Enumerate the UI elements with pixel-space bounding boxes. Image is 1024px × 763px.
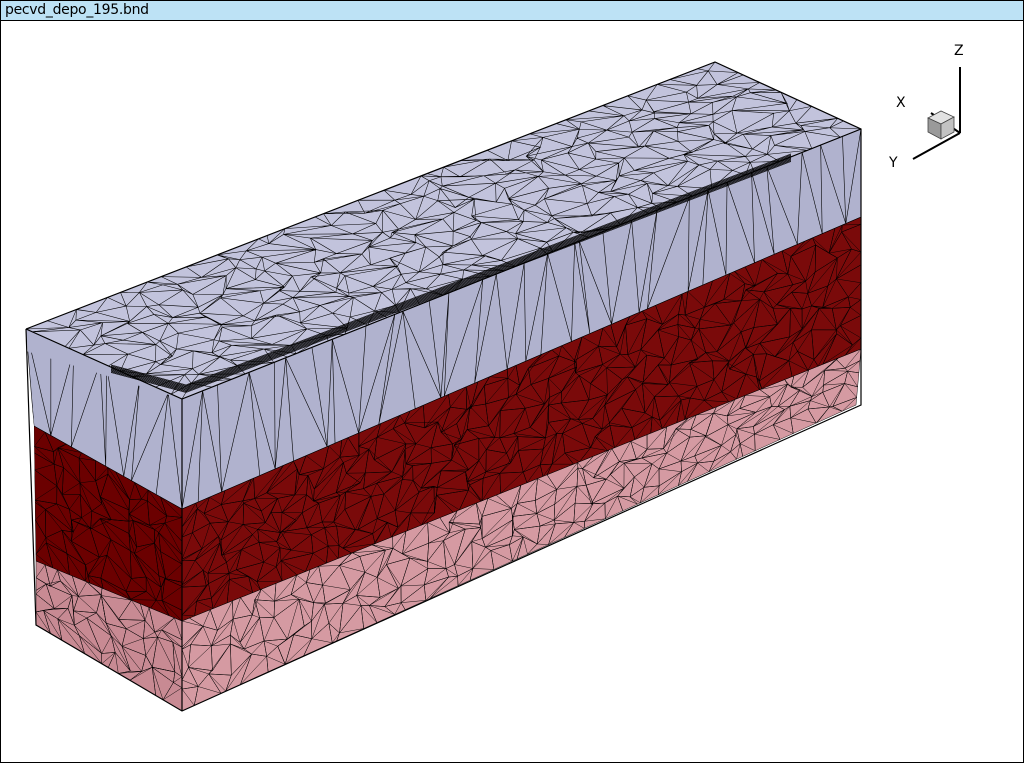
axis-label-x: X bbox=[896, 95, 906, 111]
plot-window: pecvd_depo_195.bnd Z X Y bbox=[0, 0, 1024, 763]
mesh-viewport[interactable]: Z X Y bbox=[1, 21, 1023, 762]
window-title: pecvd_depo_195.bnd bbox=[5, 2, 149, 18]
mesh-canvas[interactable]: Z X Y bbox=[1, 21, 1023, 762]
title-bar[interactable]: pecvd_depo_195.bnd bbox=[1, 1, 1023, 21]
axis-triad-icon: Z X Y bbox=[888, 43, 964, 171]
axis-label-z: Z bbox=[954, 43, 964, 59]
orientation-cube-icon bbox=[927, 110, 955, 140]
axis-label-y: Y bbox=[888, 155, 898, 171]
